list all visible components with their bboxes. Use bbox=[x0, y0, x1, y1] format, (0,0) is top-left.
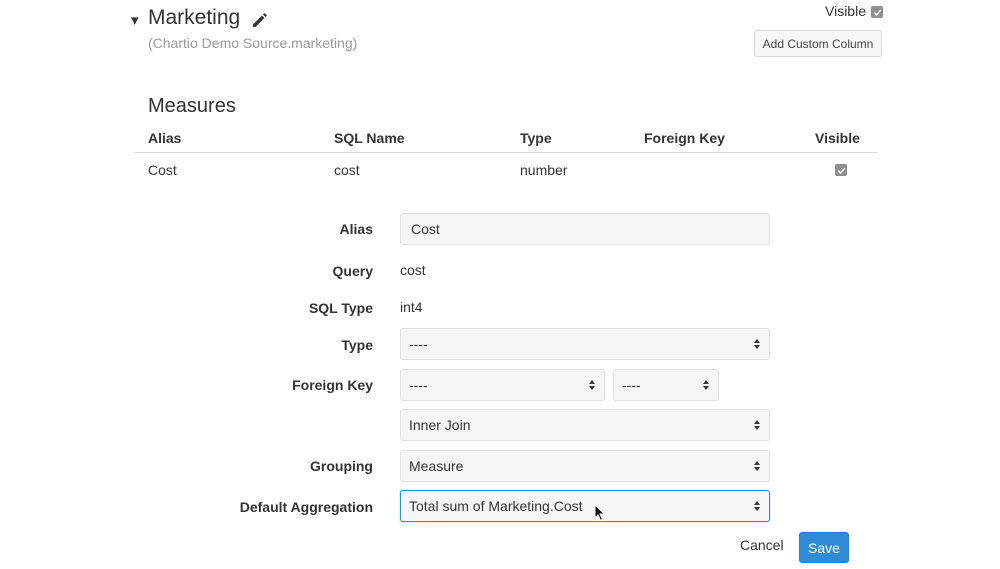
column-header-visible: Visible bbox=[815, 130, 860, 146]
visible-checkbox[interactable] bbox=[871, 6, 883, 18]
select-arrows-icon bbox=[703, 380, 709, 390]
type-label: Type bbox=[341, 337, 373, 353]
column-header-alias: Alias bbox=[148, 130, 182, 146]
measures-heading: Measures bbox=[148, 95, 236, 117]
column-header-type: Type bbox=[520, 130, 552, 146]
cancel-button[interactable]: Cancel bbox=[740, 537, 784, 553]
default-aggregation-label: Default Aggregation bbox=[239, 499, 373, 515]
select-arrows-icon bbox=[754, 501, 760, 511]
join-type-value: Inner Join bbox=[409, 417, 471, 433]
save-button[interactable]: Save bbox=[799, 532, 849, 563]
table-header-divider bbox=[134, 152, 877, 153]
foreign-key-table-select[interactable]: ---- bbox=[400, 369, 605, 401]
row-visible-checkbox[interactable] bbox=[835, 164, 847, 176]
sql-type-label: SQL Type bbox=[308, 300, 373, 316]
check-icon bbox=[837, 167, 845, 174]
grouping-label: Grouping bbox=[310, 458, 373, 474]
mouse-pointer-icon bbox=[594, 504, 606, 522]
check-icon bbox=[873, 9, 881, 16]
default-aggregation-select[interactable]: Total sum of Marketing.Cost bbox=[400, 490, 770, 522]
add-custom-column-button[interactable]: Add Custom Column bbox=[754, 30, 882, 57]
column-header-sql-name: SQL Name bbox=[334, 130, 405, 146]
alias-label: Alias bbox=[339, 221, 373, 237]
type-select[interactable]: ---- bbox=[400, 328, 770, 360]
select-arrows-icon bbox=[589, 380, 595, 390]
alias-input[interactable] bbox=[400, 213, 770, 245]
type-select-value: ---- bbox=[409, 336, 428, 352]
query-value: cost bbox=[400, 262, 426, 278]
table-title: Marketing bbox=[148, 6, 241, 29]
row-sql-name: cost bbox=[334, 162, 360, 178]
foreign-key-table-value: ---- bbox=[409, 377, 428, 393]
select-arrows-icon bbox=[754, 420, 760, 430]
table-source-subtitle: (Chartio Demo Source.marketing) bbox=[148, 35, 358, 51]
row-alias: Cost bbox=[148, 162, 177, 178]
sql-type-value: int4 bbox=[400, 299, 423, 315]
join-type-select[interactable]: Inner Join bbox=[400, 409, 770, 441]
select-arrows-icon bbox=[754, 461, 760, 471]
row-type: number bbox=[520, 162, 568, 178]
foreign-key-column-value: ---- bbox=[622, 377, 641, 393]
grouping-value: Measure bbox=[409, 458, 464, 474]
grouping-select[interactable]: Measure bbox=[400, 450, 770, 482]
collapse-caret-icon[interactable]: ▾ bbox=[131, 11, 139, 29]
query-label: Query bbox=[332, 263, 373, 279]
pencil-icon[interactable] bbox=[251, 11, 269, 29]
default-aggregation-value: Total sum of Marketing.Cost bbox=[409, 498, 583, 514]
visible-label: Visible bbox=[825, 3, 866, 19]
foreign-key-column-select[interactable]: ---- bbox=[613, 369, 719, 401]
select-arrows-icon bbox=[754, 339, 760, 349]
column-header-foreign-key: Foreign Key bbox=[644, 130, 725, 146]
foreign-key-label: Foreign Key bbox=[292, 377, 373, 393]
